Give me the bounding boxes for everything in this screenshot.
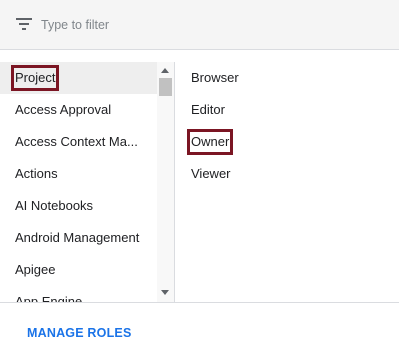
- role-list-pane: Browser Editor Owner Viewer: [175, 62, 399, 302]
- role-item-browser[interactable]: Browser: [175, 62, 399, 94]
- service-item-label: Android Management: [15, 230, 140, 245]
- role-item-label: Browser: [191, 70, 239, 85]
- role-item-viewer[interactable]: Viewer: [175, 158, 399, 190]
- dialog-footer: MANAGE ROLES: [0, 302, 399, 357]
- scroll-down-arrow-icon[interactable]: [161, 290, 169, 295]
- filter-list-icon[interactable]: [16, 18, 32, 30]
- service-item-label: Access Approval: [15, 102, 112, 117]
- role-item-label: Owner: [186, 129, 234, 155]
- role-item-owner[interactable]: Owner: [175, 126, 399, 158]
- filter-bar: [0, 0, 399, 50]
- service-list: Project Access Approval Access Context M…: [0, 62, 157, 302]
- role-item-label: Viewer: [191, 166, 231, 181]
- service-item-label: Apigee: [15, 262, 56, 277]
- service-item-access-approval[interactable]: Access Approval: [0, 94, 157, 126]
- service-list-pane: Project Access Approval Access Context M…: [0, 62, 175, 302]
- service-item-label: AI Notebooks: [15, 198, 94, 213]
- service-item-project[interactable]: Project: [0, 62, 157, 94]
- service-item-access-context-manager[interactable]: Access Context Ma...: [0, 126, 157, 158]
- service-item-label: Actions: [15, 166, 58, 181]
- service-item-ai-notebooks[interactable]: AI Notebooks: [0, 190, 157, 222]
- service-list-scrollbar[interactable]: [157, 62, 174, 302]
- scroll-thumb[interactable]: [159, 78, 172, 96]
- service-item-apigee[interactable]: Apigee: [0, 254, 157, 286]
- service-item-label: App Engine: [15, 294, 83, 302]
- role-item-editor[interactable]: Editor: [175, 94, 399, 126]
- service-item-label: Project: [10, 65, 60, 91]
- service-item-android-management[interactable]: Android Management: [0, 222, 157, 254]
- service-item-actions[interactable]: Actions: [0, 158, 157, 190]
- scroll-up-arrow-icon[interactable]: [161, 68, 169, 73]
- service-item-app-engine[interactable]: App Engine: [0, 286, 157, 302]
- role-item-label: Editor: [191, 102, 225, 117]
- service-item-label: Access Context Ma...: [15, 134, 138, 149]
- filter-input[interactable]: [41, 15, 381, 35]
- manage-roles-button[interactable]: MANAGE ROLES: [27, 326, 132, 340]
